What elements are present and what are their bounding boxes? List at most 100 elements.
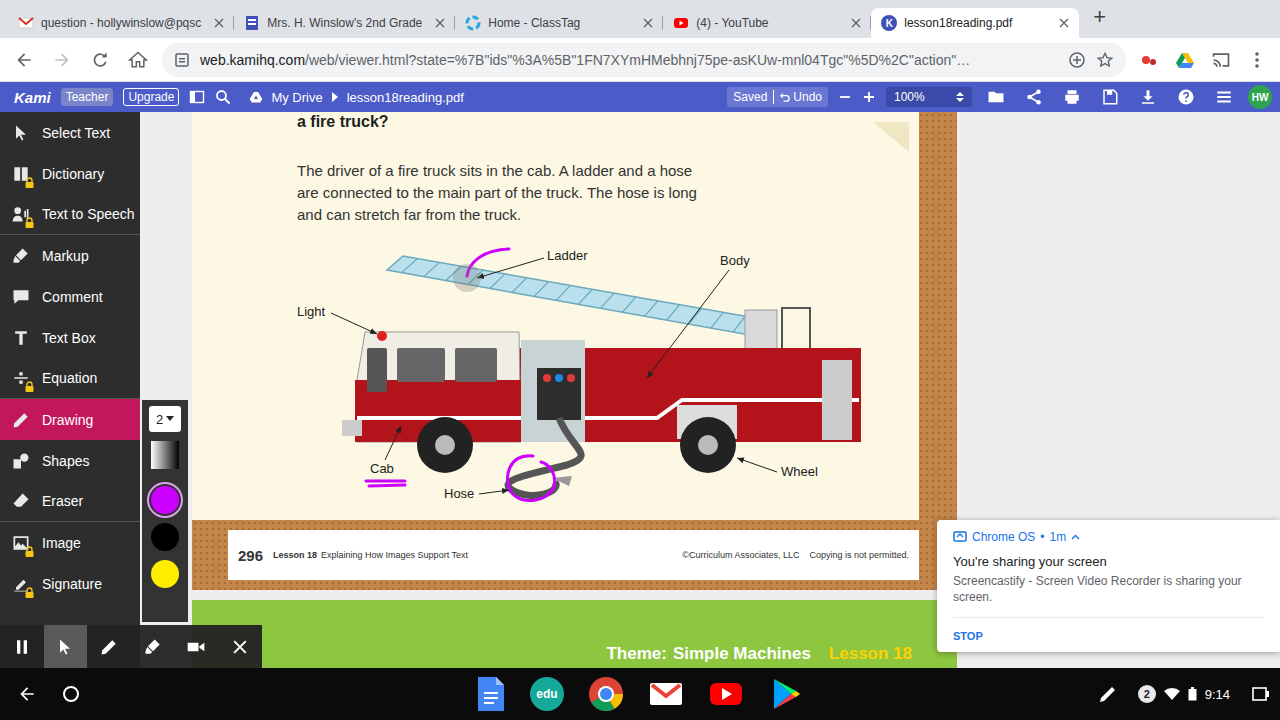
back-arrow-icon[interactable] <box>10 50 38 70</box>
tool-label: Markup <box>42 248 89 264</box>
close-icon[interactable] <box>214 18 224 28</box>
hamburger-menu-icon[interactable] <box>1210 88 1238 106</box>
browser-tab[interactable]: Klesson18reading.pdf <box>871 8 1079 38</box>
role-badge: Teacher <box>61 88 114 106</box>
tool-item[interactable]: Image <box>0 522 140 563</box>
thickness-dropdown[interactable]: 2 <box>149 406 181 432</box>
browser-tab[interactable]: Mrs. H. Winslow's 2nd Grade <box>234 8 455 38</box>
tool-item[interactable]: Equation <box>0 358 140 399</box>
tool-label: Signature <box>42 576 102 592</box>
stop-button[interactable]: STOP <box>953 630 983 642</box>
user-avatar[interactable]: HW <box>1248 85 1272 109</box>
color-swatch[interactable] <box>151 560 179 588</box>
browser-tab[interactable]: (4) - YouTube <box>663 8 871 38</box>
breadcrumb-item[interactable]: My Drive <box>271 90 322 105</box>
extension-icon[interactable] <box>1136 50 1162 70</box>
tool-item[interactable]: Dictionary <box>0 153 140 194</box>
tab-label: Mrs. H. Winslow's 2nd Grade <box>267 16 422 30</box>
google-docs-icon[interactable] <box>476 676 506 712</box>
help-icon[interactable] <box>1172 88 1200 106</box>
opacity-swatch[interactable] <box>151 441 179 469</box>
undo-button[interactable]: Undo <box>773 90 822 104</box>
edulastic-app-icon[interactable]: edu <box>530 677 564 711</box>
caret-down-icon <box>166 416 174 422</box>
dropdown-arrows-icon <box>956 91 964 103</box>
recorder-button[interactable] <box>218 625 262 668</box>
tool-item[interactable]: Eraser <box>0 481 140 522</box>
screencastify-toolbar <box>0 625 262 668</box>
notification-header: Chrome OS•1m <box>953 530 1264 544</box>
reload-icon[interactable] <box>86 50 114 70</box>
next-pdf-page: Theme:Simple MachinesLesson 18 <box>192 600 957 668</box>
highlighter-icon <box>11 246 31 266</box>
zoom-dropdown[interactable]: 100% <box>886 87 972 107</box>
notification-title: You're sharing your screen <box>953 554 1264 569</box>
notification-count[interactable]: 2 <box>1138 685 1156 703</box>
zoom-in-icon[interactable] <box>862 90 876 104</box>
browser-tab[interactable]: question - hollywinslow@pqsc <box>8 8 234 38</box>
menu-kebab-icon[interactable] <box>1244 50 1270 70</box>
home-icon[interactable] <box>124 50 152 70</box>
star-icon[interactable] <box>1096 51 1114 69</box>
color-swatch[interactable] <box>151 523 179 551</box>
browser-tab[interactable]: Home - ClassTag <box>455 8 663 38</box>
wifi-icon <box>1164 687 1180 701</box>
close-icon[interactable] <box>1059 18 1069 28</box>
folder-icon[interactable] <box>982 88 1010 106</box>
print-icon[interactable] <box>1058 88 1086 106</box>
tool-label: Drawing <box>42 412 93 428</box>
tool-item[interactable]: Shapes <box>0 440 140 481</box>
forward-arrow-icon[interactable] <box>48 50 76 70</box>
close-icon[interactable] <box>435 18 445 28</box>
pen-icon <box>11 410 31 430</box>
tool-item[interactable]: Markup <box>0 235 140 276</box>
lock-icon <box>25 587 34 598</box>
pdf-page: a fire truck?The driver of a fire truck … <box>192 112 957 590</box>
tool-item[interactable]: Text Box <box>0 317 140 358</box>
zoom-out-icon[interactable] <box>838 90 852 104</box>
play-store-icon[interactable] <box>768 676 804 712</box>
favicon <box>244 15 260 31</box>
download-icon[interactable] <box>1134 88 1162 106</box>
kami-logo[interactable]: Kami <box>14 89 51 106</box>
upgrade-button[interactable]: Upgrade <box>123 88 179 106</box>
address-bar[interactable]: web.kamihq.com/web/viewer.html?state=%7B… <box>162 43 1126 77</box>
recorder-button[interactable] <box>174 625 218 668</box>
cast-icon[interactable] <box>1208 50 1234 70</box>
youtube-icon[interactable] <box>708 676 744 712</box>
close-icon[interactable] <box>851 18 861 28</box>
tool-item[interactable]: Signature <box>0 563 140 604</box>
tool-item[interactable]: Comment <box>0 276 140 317</box>
tool-item[interactable]: Select Text <box>0 112 140 153</box>
chrome-icon[interactable] <box>588 676 624 712</box>
page-footer: 296Lesson 18Explaining How Images Suppor… <box>228 530 919 580</box>
chevron-up-icon[interactable] <box>1071 534 1080 540</box>
copyright: ©Curriculum Associates, LLC <box>682 550 799 560</box>
install-plus-icon[interactable] <box>1068 51 1086 69</box>
launcher-icon[interactable] <box>61 684 81 704</box>
share-icon[interactable] <box>1020 88 1048 106</box>
save-icon[interactable] <box>1096 88 1124 106</box>
tool-item[interactable]: Text to Speech <box>0 194 140 235</box>
close-icon[interactable] <box>643 18 653 28</box>
screen-capture-icon[interactable] <box>1252 686 1270 702</box>
back-arrow-icon[interactable] <box>17 684 37 704</box>
sidebar-toggle-icon[interactable] <box>189 89 205 105</box>
lock-icon <box>25 546 34 557</box>
tool-item[interactable]: Drawing <box>0 399 140 440</box>
recorder-button[interactable] <box>44 625 88 668</box>
new-tab-button[interactable]: + <box>1079 4 1120 34</box>
breadcrumb-item[interactable]: lesson18reading.pdf <box>347 90 464 105</box>
color-swatch[interactable] <box>151 486 179 514</box>
recorder-button[interactable] <box>87 625 131 668</box>
recorder-button[interactable] <box>0 625 44 668</box>
stylus-icon[interactable] <box>1096 682 1120 706</box>
highlighter-icon <box>143 637 163 657</box>
search-icon[interactable] <box>215 89 231 105</box>
google-drive-icon[interactable] <box>1172 50 1198 70</box>
zoom-value: 100% <box>894 90 925 104</box>
theme-label: Theme: <box>606 644 666 664</box>
page-info-icon[interactable] <box>174 52 190 68</box>
gmail-icon[interactable] <box>648 676 684 712</box>
recorder-button[interactable] <box>131 625 175 668</box>
